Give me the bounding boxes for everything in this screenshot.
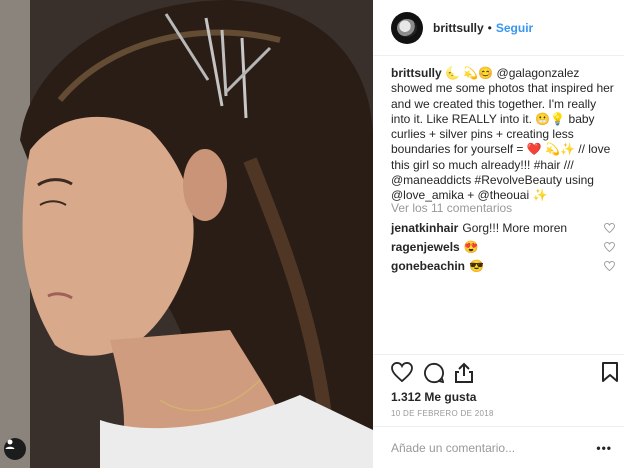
add-comment-input[interactable]: Añade un comentario... [391,441,515,455]
comment-item: ragenjewels 😍 [391,240,617,254]
comment-item: jenatkinhair Gorg!!! More moren [391,221,617,235]
post-caption: brittsully 🌜 💫😊 @galagonzalez showed me … [391,66,617,204]
follow-button[interactable]: Seguir [496,21,533,35]
comment-text: 😍 [463,240,479,254]
caption-text: 🌜 💫😊 @galagonzalez showed me some photos… [391,66,614,203]
avatar[interactable] [391,11,423,44]
person-icon[interactable] [4,438,26,460]
post-photo[interactable] [0,0,373,468]
heart-outline-icon[interactable] [604,222,615,236]
bookmark-icon[interactable] [602,362,618,387]
more-options-button[interactable]: ••• [596,441,612,455]
comment-text: Gorg!!! More moren [462,221,568,235]
header-username[interactable]: brittsully [433,21,484,35]
view-all-comments-link[interactable]: Ver los 11 comentarios [391,201,512,215]
divider [373,354,624,355]
heart-outline-icon[interactable] [604,260,615,274]
comment-username[interactable]: jenatkinhair [391,221,458,235]
photo-illustration [0,0,373,468]
divider [373,426,624,427]
comment-icon[interactable] [423,362,445,389]
post-actions [391,361,621,389]
likes-count[interactable]: 1.312 Me gusta [391,390,476,404]
header-separator: • [487,20,492,35]
comment-username[interactable]: ragenjewels [391,240,460,254]
heart-outline-icon[interactable] [604,241,615,255]
post-header: brittsully • Seguir [373,0,624,56]
heart-icon[interactable] [391,361,413,387]
comment-username[interactable]: gonebeachin [391,259,465,273]
comment-item: gonebeachin 😎 [391,259,617,273]
caption-username[interactable]: brittsully [391,66,442,80]
comment-text: 😎 [469,259,484,273]
post-sidebar: brittsully • Seguir brittsully 🌜 💫😊 @gal… [373,0,624,468]
post-date: 10 DE FEBRERO DE 2018 [391,409,494,418]
share-icon[interactable] [454,362,474,389]
